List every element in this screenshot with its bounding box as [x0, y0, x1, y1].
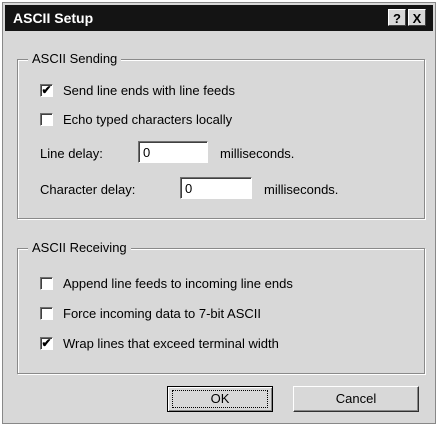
- force-7bit-label: Force incoming data to 7-bit ASCII: [63, 305, 261, 321]
- ascii-setup-dialog: ASCII Setup ? X ASCII Sending ✔ Send lin…: [2, 2, 436, 424]
- wrap-lines-checkbox[interactable]: ✔: [40, 336, 53, 350]
- wrap-lines-label: Wrap lines that exceed terminal width: [63, 335, 279, 351]
- character-delay-unit: milliseconds.: [264, 182, 339, 197]
- append-line-feeds-label: Append line feeds to incoming line ends: [63, 275, 293, 291]
- force-7bit-checkbox[interactable]: [40, 306, 53, 320]
- ascii-receiving-legend: ASCII Receiving: [28, 240, 131, 256]
- line-delay-label: Line delay:: [40, 146, 103, 161]
- window-title: ASCII Setup: [13, 10, 94, 26]
- character-delay-label: Character delay:: [40, 182, 136, 197]
- character-delay-input[interactable]: [180, 177, 252, 199]
- line-delay-unit: milliseconds.: [220, 146, 295, 161]
- line-delay-input[interactable]: [138, 141, 208, 163]
- ascii-sending-legend: ASCII Sending: [28, 51, 122, 67]
- ok-button[interactable]: OK: [167, 386, 273, 412]
- ascii-sending-group: ASCII Sending ✔ Send line ends with line…: [17, 51, 425, 219]
- close-button[interactable]: X: [408, 9, 426, 26]
- append-line-feeds-option[interactable]: Append line feeds to incoming line ends: [40, 274, 293, 292]
- append-line-feeds-checkbox[interactable]: [40, 276, 53, 290]
- wrap-lines-option[interactable]: ✔ Wrap lines that exceed terminal width: [40, 334, 279, 352]
- echo-typed-label: Echo typed characters locally: [63, 111, 233, 127]
- ok-button-label: OK: [210, 391, 230, 406]
- ascii-receiving-group: ASCII Receiving Append line feeds to inc…: [17, 240, 425, 374]
- echo-typed-checkbox[interactable]: [40, 112, 53, 126]
- title-bar: ASCII Setup ? X: [5, 5, 433, 31]
- send-line-ends-label: Send line ends with line feeds: [63, 82, 236, 98]
- send-line-ends-option[interactable]: ✔ Send line ends with line feeds: [40, 81, 235, 99]
- echo-typed-option[interactable]: Echo typed characters locally: [40, 110, 232, 128]
- force-7bit-option[interactable]: Force incoming data to 7-bit ASCII: [40, 304, 261, 322]
- send-line-ends-checkbox[interactable]: ✔: [40, 83, 53, 97]
- cancel-button[interactable]: Cancel: [293, 386, 419, 412]
- help-button[interactable]: ?: [388, 9, 406, 26]
